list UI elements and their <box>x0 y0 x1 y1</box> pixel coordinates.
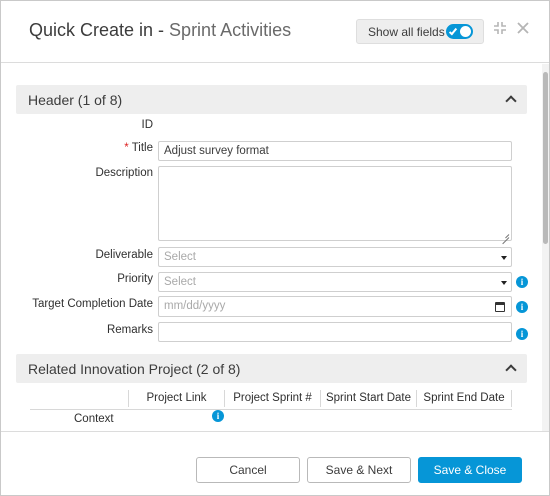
dialog-footer: Cancel Save & Next Save & Close <box>1 431 549 495</box>
save-and-next-button[interactable]: Save & Next <box>307 457 411 483</box>
quick-create-dialog: Quick Create in - Sprint Activities Show… <box>0 0 550 496</box>
dialog-body: Header (1 of 8) ID * Title Adjust survey … <box>1 64 549 431</box>
target-completion-date-input[interactable]: mm/dd/yyyy <box>158 296 512 317</box>
dialog-title-subtitle: Sprint Activities <box>169 20 292 40</box>
deliverable-select[interactable]: Select <box>158 247 512 267</box>
description-textarea[interactable] <box>158 166 512 241</box>
cancel-button[interactable]: Cancel <box>196 457 300 483</box>
chevron-up-icon[interactable] <box>505 364 517 376</box>
title-label-text: Title <box>131 142 153 154</box>
deliverable-placeholder: Select <box>164 251 196 263</box>
section-header-related-innovation-project[interactable]: Related Innovation Project (2 of 8) <box>16 354 527 383</box>
calendar-icon[interactable] <box>495 302 505 312</box>
date-placeholder: mm/dd/yyyy <box>164 300 226 312</box>
chevron-up-icon[interactable] <box>505 95 517 107</box>
column-header-sprint-end-date: Sprint End Date <box>416 390 512 407</box>
info-icon[interactable]: i <box>516 328 528 340</box>
vertical-scrollbar[interactable] <box>542 64 549 431</box>
toggle-switch[interactable] <box>446 24 473 39</box>
column-header-project-link: Project Link <box>128 390 224 407</box>
section-header-label: Header (1 of 8) <box>28 92 123 108</box>
collapse-icon[interactable] <box>491 21 509 39</box>
section-header-label: Related Innovation Project (2 of 8) <box>28 361 241 377</box>
title-input[interactable]: Adjust survey format <box>158 141 512 161</box>
save-and-close-button[interactable]: Save & Close <box>418 457 522 483</box>
toggle-knob <box>460 26 471 37</box>
id-label: ID <box>141 119 154 131</box>
scrollbar-thumb[interactable] <box>543 72 548 244</box>
priority-label: Priority <box>117 273 153 285</box>
info-icon[interactable]: i <box>516 301 528 313</box>
check-icon <box>448 26 458 36</box>
close-icon[interactable] <box>514 21 532 39</box>
dropdown-arrow-icon <box>501 256 507 260</box>
remarks-label: Remarks <box>106 324 153 336</box>
dropdown-arrow-icon <box>501 281 507 285</box>
dialog-title: Quick Create in - Sprint Activities <box>29 20 291 41</box>
title-label: * Title <box>124 142 153 154</box>
description-label: Description <box>95 167 153 179</box>
table-divider <box>30 409 512 410</box>
deliverable-label: Deliverable <box>95 249 153 261</box>
show-all-fields-toggle[interactable]: Show all fields <box>356 19 484 44</box>
info-icon[interactable]: i <box>516 276 528 288</box>
table-row-label: Context <box>74 413 114 425</box>
section-header-header[interactable]: Header (1 of 8) <box>16 85 527 114</box>
priority-placeholder: Select <box>164 276 196 288</box>
priority-select[interactable]: Select <box>158 272 512 292</box>
required-marker: * <box>124 142 129 154</box>
target-completion-date-label: Target Completion Date <box>32 298 153 310</box>
remarks-input[interactable] <box>158 322 512 342</box>
dialog-title-prefix: Quick Create in - <box>29 20 170 40</box>
show-all-fields-label: Show all fields <box>368 25 445 39</box>
info-icon[interactable]: i <box>212 410 224 422</box>
resize-handle-icon[interactable] <box>502 231 509 238</box>
column-header-sprint-start-date: Sprint Start Date <box>320 390 416 407</box>
dialog-header: Quick Create in - Sprint Activities Show… <box>1 1 549 63</box>
column-header-project-sprint: Project Sprint # <box>224 390 320 407</box>
